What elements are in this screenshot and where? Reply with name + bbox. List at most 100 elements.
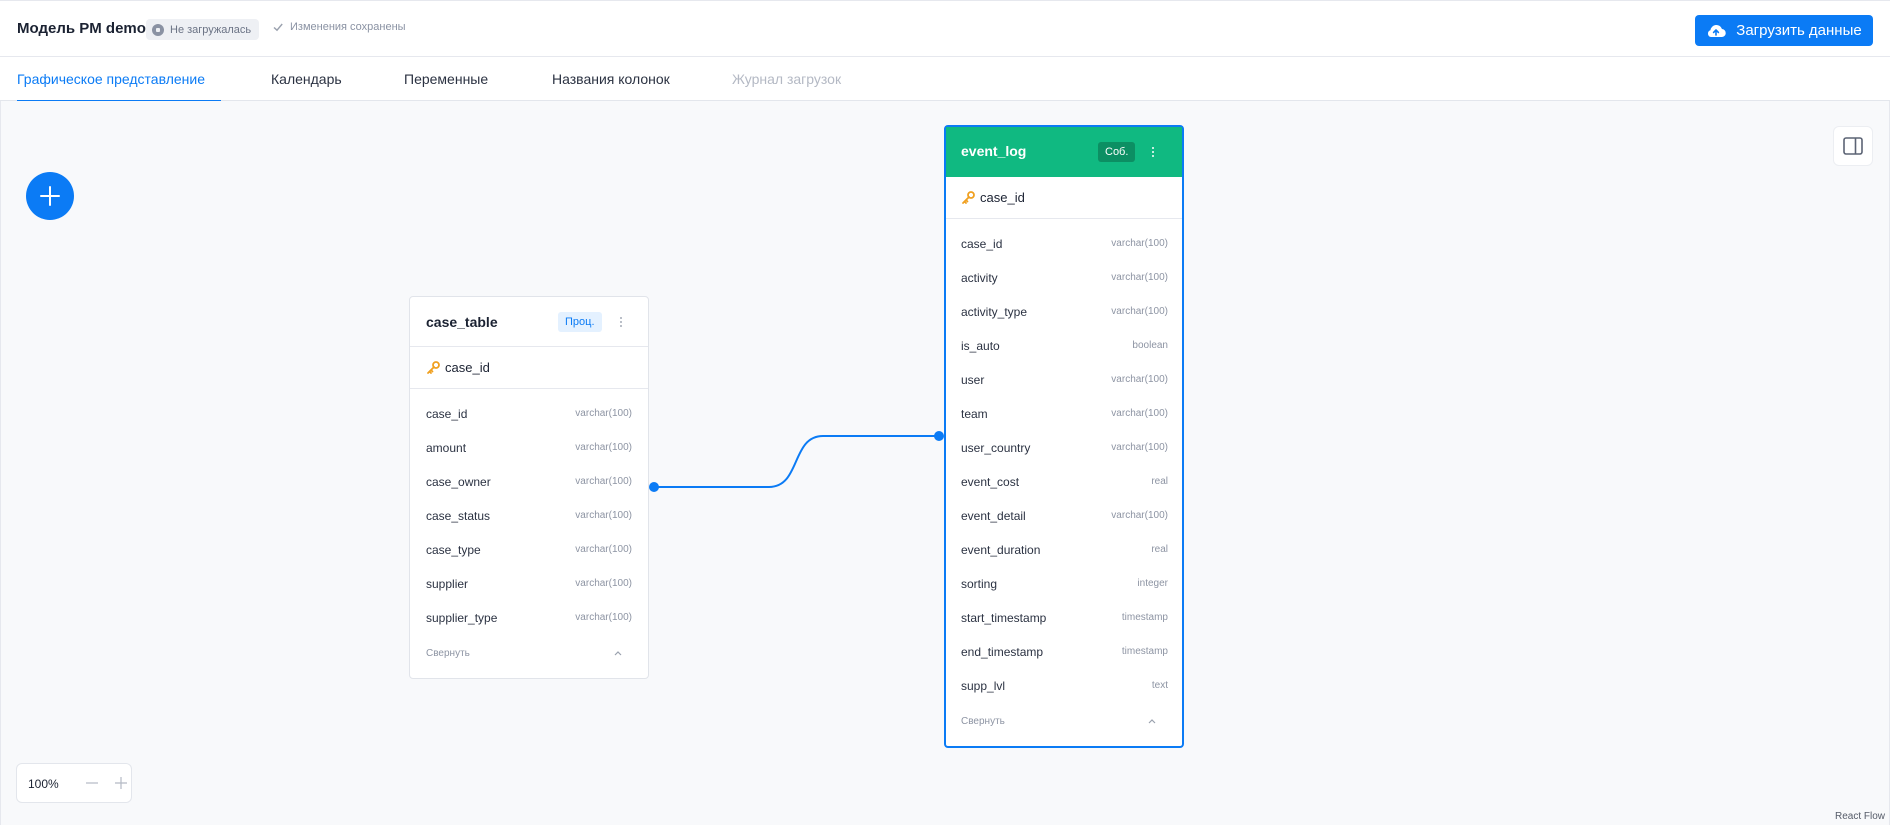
field-type: varchar(100) <box>1111 374 1168 385</box>
field-row[interactable]: end_timestamp timestamp <box>946 635 1182 669</box>
check-icon <box>273 23 283 32</box>
flow-canvas[interactable]: case_table Проц. case_id case_id varchar(… <box>0 101 1890 825</box>
field-row[interactable]: case_status varchar(100) <box>410 499 648 533</box>
collapse-label: Свернуть <box>961 716 1005 727</box>
key-icon <box>962 191 975 204</box>
field-name: supp_lvl <box>961 679 1006 693</box>
zoom-level: 100% <box>28 777 59 791</box>
react-flow-attribution[interactable]: React Flow <box>1835 811 1885 822</box>
field-row[interactable]: is_auto boolean <box>946 329 1182 363</box>
field-row[interactable]: user_country varchar(100) <box>946 431 1182 465</box>
field-type: varchar(100) <box>575 510 632 521</box>
field-type: timestamp <box>1121 612 1168 623</box>
tab-column-names[interactable]: Названия колонок <box>552 57 670 101</box>
field-type: varchar(100) <box>575 408 632 419</box>
field-name: activity_type <box>961 305 1028 319</box>
tab-bar: Графическое представление Календарь Пере… <box>0 57 1890 102</box>
field-row[interactable]: supplier varchar(100) <box>410 567 648 601</box>
collapse-button[interactable]: Свернуть <box>410 635 648 671</box>
upload-data-label: Загрузить данные <box>1736 22 1862 39</box>
field-row[interactable]: supp_lvl text <box>946 669 1182 703</box>
field-type: integer <box>1137 578 1168 589</box>
field-name: is_auto <box>961 339 1000 353</box>
saved-status: Изменения сохранены <box>272 21 406 33</box>
collapse-button[interactable]: Свернуть <box>946 703 1182 739</box>
plus-icon <box>115 777 127 789</box>
primary-key-label: case_id <box>980 190 1025 205</box>
field-name: team <box>961 407 988 421</box>
field-row[interactable]: amount varchar(100) <box>410 431 648 465</box>
node-case-table[interactable]: case_table Проц. case_id case_id varchar(… <box>409 296 649 679</box>
field-row[interactable]: team varchar(100) <box>946 397 1182 431</box>
field-name: end_timestamp <box>961 645 1044 659</box>
field-name: sorting <box>961 577 998 591</box>
field-row[interactable]: activity_type varchar(100) <box>946 295 1182 329</box>
field-name: case_status <box>426 509 491 523</box>
field-row[interactable]: event_cost real <box>946 465 1182 499</box>
field-name: activity <box>961 271 998 285</box>
node-header[interactable]: event_log Соб. <box>946 127 1182 177</box>
field-name: case_owner <box>426 475 491 489</box>
field-row[interactable]: event_detail varchar(100) <box>946 499 1182 533</box>
field-type: varchar(100) <box>1111 408 1168 419</box>
node-type-tag: Проц. <box>558 312 602 332</box>
node-type-tag: Соб. <box>1098 142 1136 162</box>
field-name: supplier <box>426 577 469 591</box>
load-status-label: Не загружалась <box>170 23 252 36</box>
side-panel-toggle[interactable] <box>1833 126 1873 166</box>
field-type: boolean <box>1132 340 1168 351</box>
stop-circle-icon <box>152 23 164 36</box>
field-row[interactable]: start_timestamp timestamp <box>946 601 1182 635</box>
field-row[interactable]: case_id varchar(100) <box>946 227 1182 261</box>
tab-calendar[interactable]: Календарь <box>271 57 342 101</box>
field-type: varchar(100) <box>575 578 632 589</box>
field-row[interactable]: case_type varchar(100) <box>410 533 648 567</box>
field-type: varchar(100) <box>575 544 632 555</box>
field-list: case_id varchar(100) amount varchar(100) cas… <box>410 389 648 635</box>
upload-data-button[interactable]: Загрузить данные <box>1695 15 1873 46</box>
field-type: varchar(100) <box>1111 272 1168 283</box>
target-handle[interactable] <box>934 431 944 441</box>
model-title: Модель PM demo <box>17 20 146 37</box>
field-type: real <box>1151 544 1168 555</box>
field-name: user_country <box>961 441 1031 455</box>
node-title: case_table <box>426 314 498 330</box>
node-primary-key: case_id <box>946 177 1182 219</box>
node-event-log[interactable]: event_log Соб. case_id case_id varchar(10… <box>944 125 1184 748</box>
field-name: event_cost <box>961 475 1020 489</box>
saved-status-label: Изменения сохранены <box>290 21 406 33</box>
field-type: varchar(100) <box>1111 510 1168 521</box>
kebab-menu-icon[interactable] <box>1147 142 1159 162</box>
field-type: varchar(100) <box>1111 306 1168 317</box>
kebab-menu-icon[interactable] <box>615 312 627 332</box>
field-name: case_type <box>426 543 481 557</box>
field-type: text <box>1151 680 1168 691</box>
field-type: varchar(100) <box>575 612 632 623</box>
field-type: varchar(100) <box>1111 442 1168 453</box>
app-header: Модель PM demo Не загружалась Изменения … <box>0 0 1890 57</box>
field-type: real <box>1151 476 1168 487</box>
zoom-out-button[interactable] <box>80 771 104 795</box>
field-row[interactable]: case_owner varchar(100) <box>410 465 648 499</box>
field-row[interactable]: activity varchar(100) <box>946 261 1182 295</box>
tab-graphical-view[interactable]: Графическое представление <box>17 57 221 102</box>
key-icon <box>427 361 440 374</box>
source-handle[interactable] <box>649 482 659 492</box>
field-row[interactable]: case_id varchar(100) <box>410 397 648 431</box>
field-row[interactable]: user varchar(100) <box>946 363 1182 397</box>
chevron-up-icon <box>614 651 622 656</box>
zoom-in-button[interactable] <box>109 771 133 795</box>
field-name: case_id <box>961 237 1003 251</box>
node-header[interactable]: case_table Проц. <box>410 297 648 347</box>
relation-edge[interactable] <box>654 435 939 488</box>
field-row[interactable]: sorting integer <box>946 567 1182 601</box>
field-type: varchar(100) <box>575 442 632 453</box>
field-row[interactable]: supplier_type varchar(100) <box>410 601 648 635</box>
node-primary-key: case_id <box>410 347 648 389</box>
field-row[interactable]: event_duration real <box>946 533 1182 567</box>
add-table-button[interactable] <box>26 172 74 220</box>
field-list: case_id varchar(100) activity varchar(100) a… <box>946 219 1182 703</box>
field-type: varchar(100) <box>1111 238 1168 249</box>
tab-variables[interactable]: Переменные <box>404 57 488 101</box>
chevron-up-icon <box>1148 719 1156 724</box>
